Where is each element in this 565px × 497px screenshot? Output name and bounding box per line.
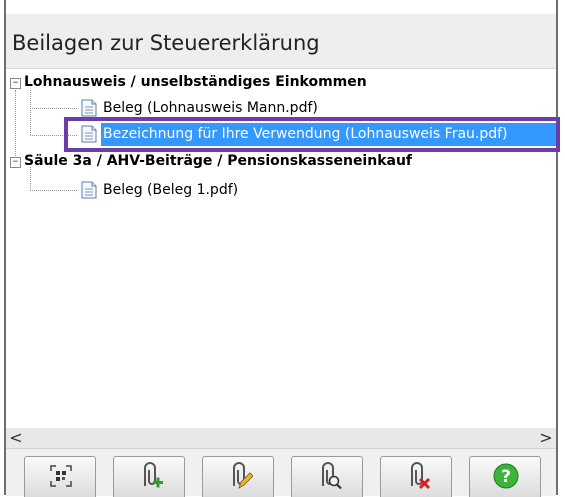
help-icon: ? — [493, 463, 519, 489]
attachments-panel: Beilagen zur Steuererklärung − Lohnauswe… — [4, 0, 560, 497]
item-label: Beleg (Beleg 1.pdf) — [103, 182, 239, 198]
scroll-left-button[interactable]: < — [6, 428, 26, 448]
collapse-toggle[interactable]: − — [10, 78, 21, 89]
tree-group-saeule-3a[interactable]: − Säule 3a / AHV-Beiträge / Pensionskass… — [6, 152, 546, 174]
panel-header: Beilagen zur Steuererklärung — [6, 14, 556, 69]
scan-qr-button[interactable] — [24, 456, 96, 497]
pdf-document-icon — [81, 99, 97, 117]
edit-attachment-icon — [233, 462, 253, 489]
item-label: Beleg (Lohnausweis Mann.pdf) — [103, 100, 318, 116]
pdf-document-icon — [81, 181, 97, 199]
help-button[interactable]: ? — [469, 456, 541, 497]
add-attachment-button[interactable] — [113, 456, 185, 497]
edit-attachment-button[interactable] — [202, 456, 274, 497]
group-label: Säule 3a / AHV-Beiträge / Pensionskassen… — [24, 153, 413, 169]
horizontal-scrollbar[interactable]: < > — [6, 428, 556, 448]
view-attachment-icon — [322, 462, 342, 490]
add-attachment-icon — [144, 462, 163, 488]
tree-item[interactable]: Beleg (Beleg 1.pdf) — [6, 180, 546, 202]
focus-outline — [64, 117, 560, 152]
scan-qr-icon — [50, 465, 72, 487]
view-attachment-button[interactable] — [291, 456, 363, 497]
top-strip — [6, 0, 556, 14]
attachments-toolbar: ? — [6, 448, 556, 497]
attachments-tree: − Lohnausweis / unselbständiges Einkomme… — [6, 68, 560, 418]
delete-attachment-button[interactable] — [380, 456, 452, 497]
collapse-toggle[interactable]: − — [10, 157, 21, 168]
panel-title: Beilagen zur Steuererklärung — [12, 31, 320, 55]
scroll-right-button[interactable]: > — [536, 428, 556, 448]
tree-group-lohnausweis[interactable]: − Lohnausweis / unselbständiges Einkomme… — [6, 72, 546, 94]
svg-text:?: ? — [501, 467, 511, 487]
delete-attachment-icon — [411, 462, 431, 490]
group-label: Lohnausweis / unselbständiges Einkommen — [24, 74, 367, 90]
